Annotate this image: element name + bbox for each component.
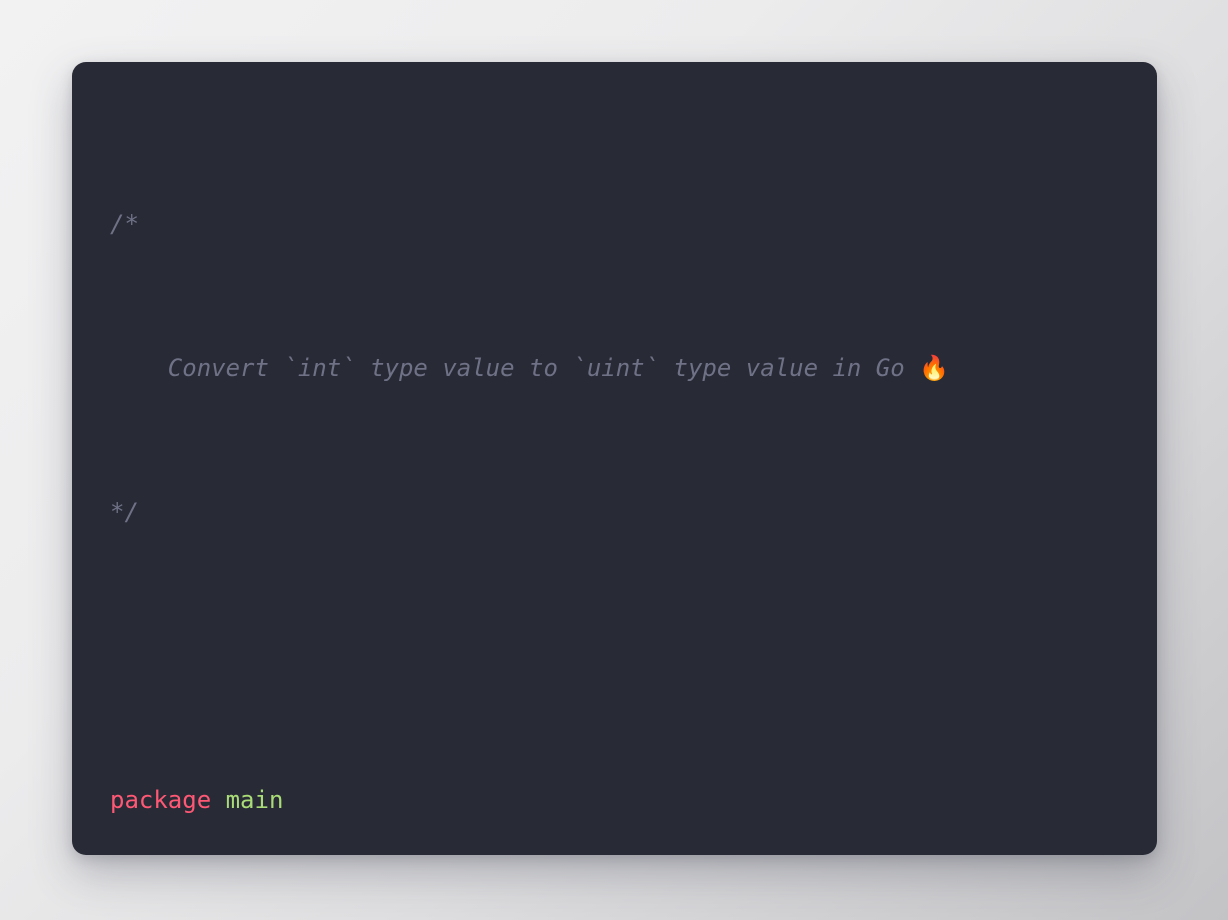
code-line-5: package main — [110, 782, 1157, 818]
code-line-4-blank — [110, 638, 1157, 674]
code-snippet-card: /* Convert `int` type value to `uint` ty… — [72, 62, 1157, 855]
fire-emoji-icon: 🔥 — [919, 354, 950, 382]
package-name: main — [225, 786, 284, 814]
keyword-package: package — [110, 786, 212, 814]
comment-block-text: Convert `int` type value to `uint` type … — [167, 354, 920, 382]
comment-block-close: */ — [110, 498, 139, 526]
code-line-2: Convert `int` type value to `uint` type … — [110, 350, 1157, 386]
code-block[interactable]: /* Convert `int` type value to `uint` ty… — [110, 98, 1157, 855]
code-line-3: */ — [110, 494, 1157, 530]
comment-block-open: /* — [110, 210, 139, 238]
code-line-1: /* — [110, 206, 1157, 242]
